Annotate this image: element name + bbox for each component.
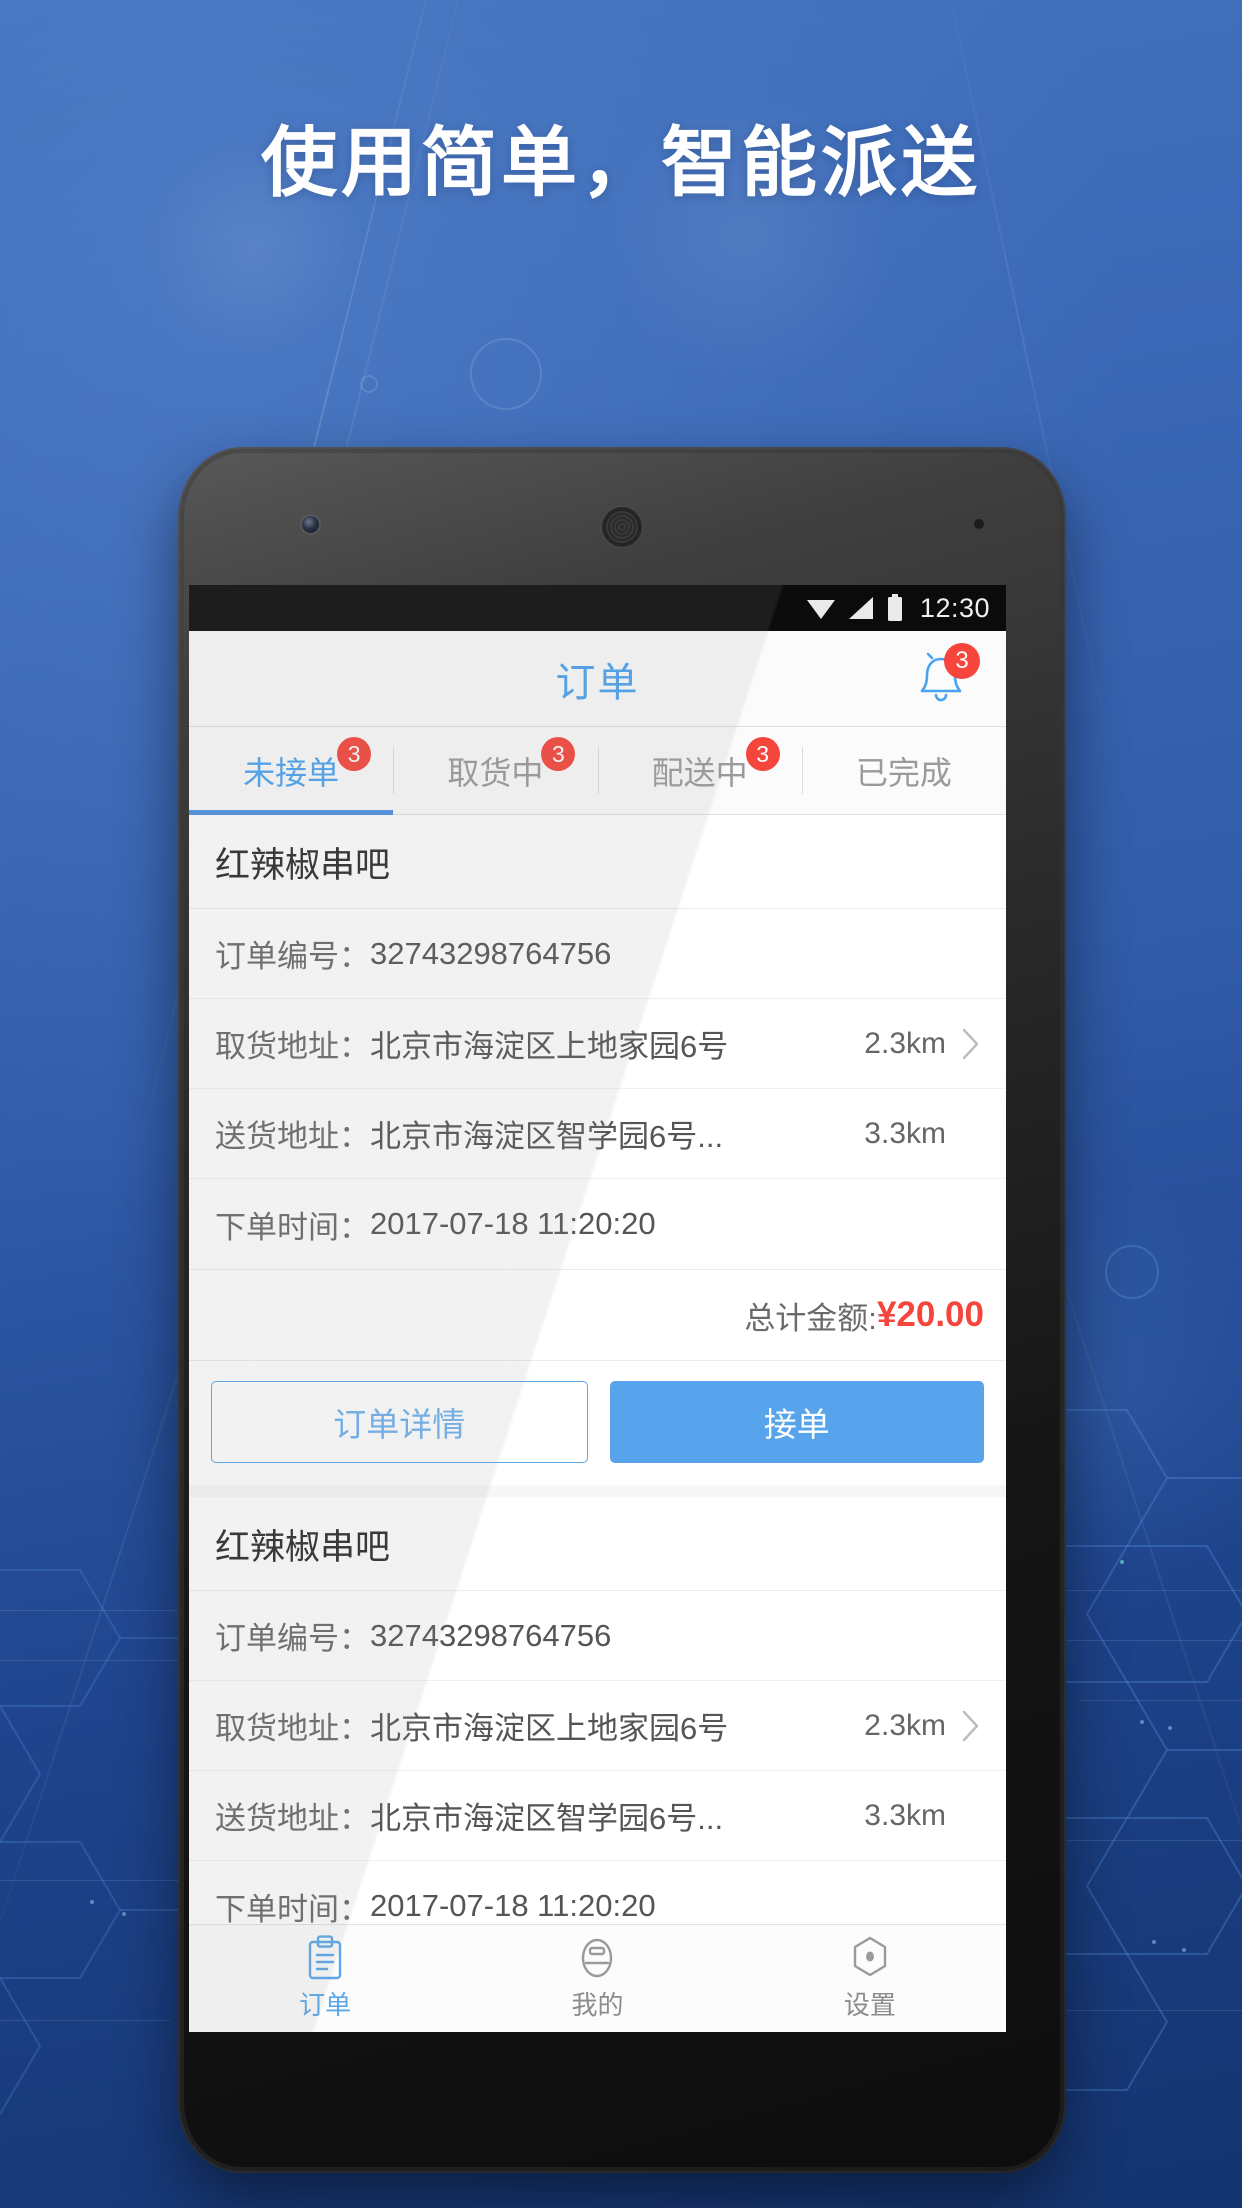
order-time-row: 下单时间： 2017-07-18 11:20:20	[189, 1179, 1006, 1269]
order-number-label: 订单编号：	[215, 1621, 370, 1656]
delivery-distance: 3.3km	[864, 1798, 946, 1832]
front-camera-icon	[302, 516, 319, 533]
order-time-value: 2017-07-18 11:20:20	[370, 1888, 656, 1923]
order-number-value: 32743298764756	[370, 935, 612, 971]
promo-headline: 使用简单，智能派送	[261, 121, 981, 206]
phone-screen: 12:30 订单 3 未接单 3 取货中 3 配送中 3 已完成 红辣椒串吧 订…	[189, 585, 1006, 2032]
nav-label: 订单	[299, 1990, 352, 2020]
tab-label: 取货中	[447, 754, 544, 791]
app-header: 订单 3	[189, 631, 1006, 727]
order-number-value: 32743298764756	[370, 1617, 612, 1653]
total-amount-row: 总计金额: ¥20.00	[189, 1269, 1006, 1361]
chevron-right-icon	[958, 1027, 984, 1061]
nav-label: 我的	[571, 1990, 624, 2020]
pickup-address-value: 北京市海淀区上地家园6号	[370, 1711, 729, 1746]
order-number-label: 订单编号：	[215, 939, 370, 974]
wifi-icon	[806, 595, 836, 621]
tab-completed[interactable]: 已完成	[801, 727, 1006, 814]
nav-item-settings[interactable]: 设置	[734, 1925, 1006, 2032]
bottom-navigation: 订单 我的 设置	[189, 1924, 1006, 2032]
delivery-address-value: 北京市海淀区智学园6号...	[370, 1119, 724, 1154]
order-status-tabs: 未接单 3 取货中 3 配送中 3 已完成	[189, 727, 1006, 815]
delivery-address-row[interactable]: 送货地址： 北京市海淀区智学园6号... 3.3km	[189, 1089, 1006, 1179]
delivery-address-value: 北京市海淀区智学园6号...	[370, 1801, 724, 1836]
order-list[interactable]: 红辣椒串吧 订单编号： 32743298764756 取货地址： 北京市海淀区上…	[189, 815, 1006, 1951]
order-time-label: 下单时间：	[215, 1209, 370, 1245]
nav-item-profile[interactable]: 我的	[461, 1925, 733, 2032]
pickup-distance: 2.3km	[864, 1708, 946, 1742]
pickup-address-label: 取货地址：	[215, 1029, 370, 1064]
order-number-row: 订单编号： 32743298764756	[189, 1591, 1006, 1681]
nav-label: 设置	[843, 1990, 896, 2020]
shop-name: 红辣椒串吧	[189, 815, 1006, 909]
order-card[interactable]: 红辣椒串吧 订单编号： 32743298764756 取货地址： 北京市海淀区上…	[189, 815, 1006, 1485]
tab-delivering[interactable]: 配送中 3	[597, 727, 802, 814]
promo-banner: 使用简单，智能派送 12:30 订单 3 未接单 3 取货中 3 配送中 3 已…	[0, 0, 1242, 2208]
pickup-address-value: 北京市海淀区上地家园6号	[370, 1029, 729, 1064]
nav-item-orders[interactable]: 订单	[189, 1925, 461, 2032]
tab-badge: 3	[745, 737, 780, 771]
shop-name: 红辣椒串吧	[189, 1497, 1006, 1591]
clipboard-icon	[303, 1935, 347, 1981]
chevron-right-icon	[958, 1709, 984, 1743]
total-amount-label: 总计金额:	[744, 1300, 877, 1336]
pickup-distance: 2.3km	[864, 1026, 946, 1060]
page-title: 订单	[555, 660, 640, 705]
delivery-distance: 3.3km	[864, 1116, 946, 1150]
delivery-address-row[interactable]: 送货地址： 北京市海淀区智学园6号... 3.3km	[189, 1771, 1006, 1861]
bell-icon	[910, 652, 972, 715]
pickup-address-row[interactable]: 取货地址： 北京市海淀区上地家园6号 2.3km	[189, 1681, 1006, 1771]
order-number-row: 订单编号： 32743298764756	[189, 909, 1006, 999]
hexagon-pattern-left	[0, 1560, 180, 2200]
proximity-sensor-icon	[974, 519, 984, 529]
status-clock: 12:30	[919, 592, 990, 623]
pickup-address-row[interactable]: 取货地址： 北京市海淀区上地家园6号 2.3km	[189, 999, 1006, 1089]
tab-unaccepted[interactable]: 未接单 3	[189, 727, 394, 815]
phone-device: 12:30 订单 3 未接单 3 取货中 3 配送中 3 已完成 红辣椒串吧 订…	[178, 447, 1066, 2173]
tab-label: 已完成	[855, 754, 952, 791]
total-amount-value: ¥20.00	[876, 1295, 984, 1334]
order-time-label: 下单时间：	[215, 1891, 370, 1927]
order-actions: 订单详情 接单	[189, 1361, 1006, 1485]
android-status-bar: 12:30	[189, 585, 1006, 631]
tab-picking[interactable]: 取货中 3	[393, 727, 597, 814]
accept-order-button[interactable]: 接单	[609, 1381, 984, 1463]
order-time-value: 2017-07-18 11:20:20	[370, 1206, 656, 1241]
signal-icon	[847, 595, 875, 621]
delivery-address-label: 送货地址：	[215, 1801, 370, 1836]
person-icon	[575, 1935, 619, 1981]
tab-label: 未接单	[243, 754, 340, 791]
tab-label: 配送中	[651, 754, 748, 791]
delivery-address-label: 送货地址：	[215, 1119, 370, 1154]
order-card[interactable]: 红辣椒串吧 订单编号： 32743298764756 取货地址： 北京市海淀区上…	[189, 1497, 1006, 1951]
pickup-address-label: 取货地址：	[215, 1711, 370, 1746]
notifications-button[interactable]: 3	[910, 643, 980, 715]
tab-badge: 3	[337, 737, 372, 771]
order-detail-button[interactable]: 订单详情	[211, 1381, 588, 1463]
earpiece-speaker-icon	[602, 507, 642, 547]
tab-badge: 3	[541, 737, 576, 771]
settings-hex-icon	[848, 1935, 892, 1981]
bell-badge: 3	[944, 643, 980, 679]
battery-icon	[886, 594, 904, 622]
